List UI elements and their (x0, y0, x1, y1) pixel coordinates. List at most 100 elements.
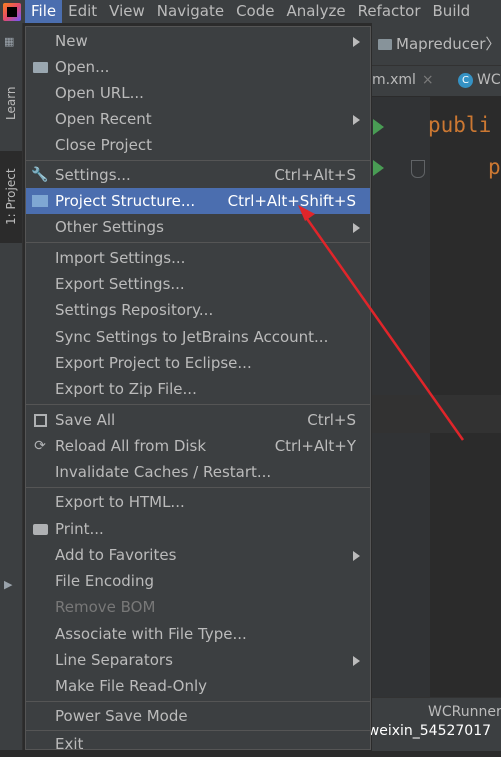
menu-item-label: Add to Favorites (55, 546, 177, 564)
menu-item-export-settings[interactable]: Export Settings... (26, 271, 370, 297)
menu-item-open-url[interactable]: Open URL... (26, 80, 370, 106)
menu-item-label: Export Project to Eclipse... (55, 354, 252, 372)
menu-item-other-settings[interactable]: Other Settings (26, 214, 370, 240)
tab-wc[interactable]: C WC (458, 72, 501, 88)
menu-item-export-zip[interactable]: Export to Zip File... (26, 376, 370, 402)
submenu-arrow-icon (353, 115, 360, 125)
menu-item-associate-file-type[interactable]: Associate with File Type... (26, 621, 370, 647)
menu-divider (26, 487, 370, 488)
folder-icon (378, 39, 392, 50)
menu-item-label: New (55, 32, 88, 50)
project-folder-icon[interactable]: ▦ (4, 35, 14, 48)
menu-item-print[interactable]: Print... (26, 516, 370, 542)
expand-arrow-icon[interactable]: ▶ (4, 578, 12, 591)
menu-item-label: Close Project (55, 136, 152, 154)
tab-pom-label: m.xml (372, 72, 416, 88)
menu-navigate[interactable]: Navigate (151, 0, 230, 23)
menu-file[interactable]: File (25, 0, 63, 23)
left-tool-strip: ▦ Learn 1: Project ▶ (0, 23, 23, 750)
menu-item-power-save[interactable]: Power Save Mode (26, 703, 370, 729)
wrench-icon: 🔧 (31, 167, 49, 183)
breadcrumb-separator: 〉 (485, 35, 501, 53)
submenu-arrow-icon (353, 37, 360, 47)
project-tool-tab[interactable]: 1: Project (0, 151, 22, 243)
menu-view[interactable]: View (103, 0, 151, 23)
tab-wc-label: WC (477, 72, 501, 88)
menu-item-add-favorites[interactable]: Add to Favorites (26, 542, 370, 568)
class-icon: C (458, 72, 473, 88)
menu-item-label: Export Settings... (55, 275, 185, 293)
menu-item-label: Export to HTML... (55, 493, 185, 511)
submenu-arrow-icon (353, 656, 360, 666)
menu-item-label: Remove BOM (55, 598, 156, 616)
menu-item-new[interactable]: New (26, 28, 370, 54)
run-icon[interactable] (373, 119, 384, 135)
main-menu-bar: File Edit View Navigate Code Analyze Ref… (0, 0, 501, 23)
menu-item-label: Print... (55, 520, 104, 538)
menu-item-label: Export to Zip File... (55, 380, 197, 398)
menu-item-sync-settings[interactable]: Sync Settings to JetBrains Account... (26, 324, 370, 350)
intellij-logo-icon[interactable] (3, 2, 21, 21)
menu-item-label: Make File Read-Only (55, 677, 208, 695)
close-icon[interactable]: × (422, 72, 434, 88)
menu-divider (26, 404, 370, 405)
menu-shortcut: Ctrl+Alt+Shift+S (227, 192, 356, 210)
submenu-arrow-icon (353, 551, 360, 561)
menu-item-label: Invalidate Caches / Restart... (55, 463, 272, 481)
run-icon[interactable] (373, 160, 384, 176)
menu-item-label: Open... (55, 58, 110, 76)
learn-tool-tab[interactable]: Learn (0, 69, 22, 137)
menu-item-open[interactable]: Open... (26, 54, 370, 80)
menu-item-read-only[interactable]: Make File Read-Only (26, 673, 370, 699)
reload-icon: ⟳ (34, 438, 46, 454)
menu-edit[interactable]: Edit (62, 0, 103, 23)
menu-item-label: Power Save Mode (55, 707, 188, 725)
menu-divider (26, 701, 370, 702)
menu-item-line-separators[interactable]: Line Separators (26, 647, 370, 673)
menu-item-label: Associate with File Type... (55, 625, 247, 643)
menu-item-import-settings[interactable]: Import Settings... (26, 245, 370, 271)
menu-item-label: Save All (55, 411, 116, 429)
menu-analyze[interactable]: Analyze (280, 0, 351, 23)
menu-code[interactable]: Code (230, 0, 280, 23)
menu-item-export-html[interactable]: Export to HTML... (26, 489, 370, 515)
menu-item-export-eclipse[interactable]: Export Project to Eclipse... (26, 350, 370, 376)
menu-item-settings[interactable]: 🔧 Settings... Ctrl+Alt+S (26, 162, 370, 188)
menu-item-label: Reload All from Disk (55, 437, 207, 455)
menu-item-open-recent[interactable]: Open Recent (26, 106, 370, 132)
menu-item-save-all[interactable]: Save All Ctrl+S (26, 407, 370, 433)
code-keyword[interactable]: p (488, 155, 501, 179)
file-menu-dropdown: New Open... Open URL... Open Recent Clos… (25, 26, 371, 753)
menu-item-label: Settings Repository... (55, 301, 214, 319)
breadcrumb-project: Mapreducer (396, 35, 486, 53)
breadcrumb[interactable]: Mapreducer〉 (372, 33, 500, 54)
menu-item-file-encoding[interactable]: File Encoding (26, 568, 370, 594)
menu-item-label: Settings... (55, 166, 131, 184)
menu-item-invalidate-caches[interactable]: Invalidate Caches / Restart... (26, 459, 370, 485)
save-disk-icon (31, 411, 49, 429)
run-tab-wcrunner[interactable]: WCRunner (428, 704, 501, 720)
submenu-arrow-icon (353, 223, 360, 233)
tab-pom-xml[interactable]: m.xml × (372, 72, 434, 88)
menu-item-close-project[interactable]: Close Project (26, 132, 370, 158)
menu-refactor[interactable]: Refactor (352, 0, 427, 23)
project-structure-icon (31, 192, 49, 210)
printer-icon (31, 520, 49, 538)
navigation-bar: Mapreducer〉 (372, 23, 501, 66)
menu-item-reload[interactable]: ⟳ Reload All from Disk Ctrl+Alt+Y (26, 433, 370, 459)
menu-build[interactable]: Build (427, 0, 477, 23)
menu-shortcut: Ctrl+S (307, 411, 356, 429)
menu-item-exit[interactable]: Exit (26, 731, 370, 757)
menu-item-label: Open Recent (55, 110, 152, 128)
menu-item-label: File Encoding (55, 572, 154, 590)
menu-item-settings-repository[interactable]: Settings Repository... (26, 297, 370, 323)
menu-item-label: Exit (55, 735, 84, 753)
menu-item-label: Open URL... (55, 84, 144, 102)
code-keyword-public[interactable]: publi (428, 113, 491, 137)
menu-item-project-structure[interactable]: Project Structure... Ctrl+Alt+Shift+S (26, 188, 370, 214)
fold-icon[interactable] (411, 160, 425, 178)
menu-divider (26, 242, 370, 243)
menu-item-label: Project Structure... (55, 192, 196, 210)
menu-item-label: Other Settings (55, 218, 164, 236)
open-folder-icon (31, 58, 49, 76)
